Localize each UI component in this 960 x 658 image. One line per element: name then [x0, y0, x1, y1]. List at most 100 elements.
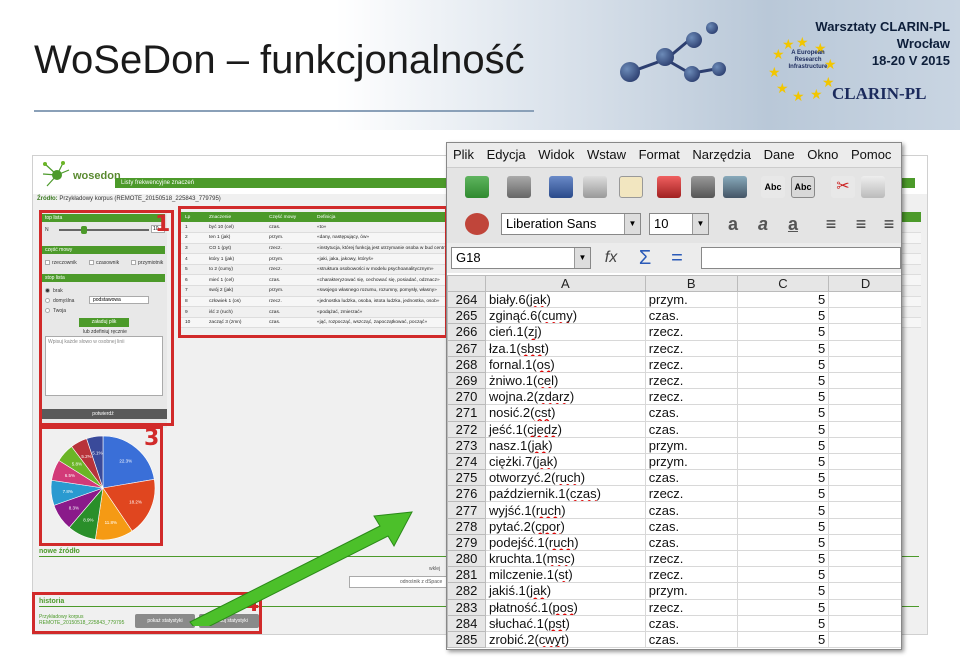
cell-d[interactable] — [828, 371, 901, 390]
cell-c[interactable]: 5 — [736, 533, 830, 552]
row-number[interactable]: 276 — [447, 485, 486, 503]
cell-d[interactable] — [828, 598, 901, 616]
cell-b[interactable]: czas. — [644, 307, 738, 325]
cell-c[interactable]: 5 — [736, 614, 830, 632]
cell-b[interactable]: czas. — [644, 469, 738, 487]
align-right-icon[interactable]: ≡ — [877, 213, 901, 235]
menu-window[interactable]: Okno — [807, 147, 838, 162]
edit-mode-icon[interactable] — [619, 176, 643, 198]
export-pdf-icon[interactable] — [657, 176, 681, 198]
print-icon[interactable] — [691, 176, 715, 198]
row-number[interactable]: 282 — [447, 582, 486, 600]
row-number[interactable]: 281 — [447, 566, 486, 584]
cell-b[interactable]: przym. — [644, 452, 738, 471]
cell-d[interactable] — [828, 566, 901, 584]
cell-c[interactable]: 5 — [736, 355, 830, 373]
cell-a[interactable]: otworzyć.2(ruch) — [484, 469, 646, 487]
cell-c[interactable]: 5 — [736, 436, 830, 454]
cell-d[interactable] — [828, 307, 901, 325]
cell-c[interactable]: 5 — [736, 388, 830, 406]
cell-d[interactable] — [828, 388, 901, 406]
autospell-icon[interactable]: Abc — [791, 176, 815, 198]
chevron-down-icon[interactable]: ▼ — [624, 214, 640, 234]
cell-b[interactable]: przym. — [644, 290, 738, 309]
name-box[interactable]: G18 ▼ — [451, 247, 591, 269]
cell-a[interactable]: żniwo.1(cel) — [484, 371, 646, 390]
menu-view[interactable]: Widok — [538, 147, 574, 162]
new-document-icon[interactable] — [465, 176, 489, 198]
cell-d[interactable] — [828, 355, 901, 373]
cell-a[interactable]: nasz.1(jak) — [484, 436, 646, 454]
cell-b[interactable]: przym. — [644, 582, 738, 600]
cell-d[interactable] — [828, 420, 901, 438]
cell-d[interactable] — [828, 339, 901, 357]
cell-d[interactable] — [828, 469, 901, 487]
cell-b[interactable]: rzecz. — [644, 485, 738, 503]
save-icon[interactable] — [549, 176, 573, 198]
align-center-icon[interactable]: ≡ — [849, 213, 873, 235]
cell-d[interactable] — [828, 630, 901, 649]
cell-c[interactable]: 5 — [736, 307, 830, 325]
cell-d[interactable] — [828, 549, 901, 568]
cell-a[interactable]: fornal.1(os) — [484, 355, 646, 373]
copy-icon[interactable] — [861, 176, 885, 198]
cell-b[interactable]: czas. — [644, 630, 738, 649]
open-folder-icon[interactable] — [507, 176, 531, 198]
cell-a[interactable]: zrobić.2(cwyt) — [484, 630, 646, 649]
cell-c[interactable]: 5 — [736, 452, 830, 471]
row-number[interactable]: 264 — [447, 290, 486, 309]
corner-cell[interactable] — [447, 275, 486, 292]
row-number[interactable]: 275 — [447, 469, 486, 487]
cell-c[interactable]: 5 — [736, 404, 830, 422]
cell-d[interactable] — [828, 582, 901, 600]
row-number[interactable]: 270 — [447, 388, 486, 406]
row-number[interactable]: 274 — [447, 452, 486, 471]
cell-c[interactable]: 5 — [736, 339, 830, 357]
cell-c[interactable]: 5 — [736, 549, 830, 568]
menu-file[interactable]: Plik — [453, 147, 474, 162]
column-header-b[interactable]: B — [644, 275, 738, 292]
row-number[interactable]: 265 — [447, 307, 486, 325]
italic-icon[interactable]: a — [751, 213, 775, 235]
menu-tools[interactable]: Narzędzia — [692, 147, 751, 162]
cell-c[interactable]: 5 — [736, 501, 830, 519]
menu-format[interactable]: Format — [639, 147, 680, 162]
cell-b[interactable]: rzecz. — [644, 323, 738, 341]
row-number[interactable]: 283 — [447, 598, 486, 616]
cell-d[interactable] — [828, 533, 901, 552]
cell-b[interactable]: rzecz. — [644, 371, 738, 390]
cell-b[interactable]: przym. — [644, 436, 738, 454]
styles-icon[interactable] — [465, 213, 489, 235]
cell-c[interactable]: 5 — [736, 598, 830, 616]
font-name-select[interactable]: Liberation Sans ▼ — [501, 213, 641, 235]
cell-a[interactable]: jakiś.1(jak) — [484, 582, 646, 600]
cell-a[interactable]: cień.1(zj) — [484, 323, 646, 341]
row-number[interactable]: 267 — [447, 339, 486, 357]
menu-edit[interactable]: Edycja — [487, 147, 526, 162]
function-wizard-icon[interactable]: fx — [599, 247, 623, 269]
frequency-lists-link[interactable]: Listy frekwencyjne znaczeń — [121, 178, 194, 188]
row-number[interactable]: 280 — [447, 549, 486, 568]
cell-c[interactable]: 5 — [736, 469, 830, 487]
cell-a[interactable]: pytać.2(cpor) — [484, 517, 646, 535]
cell-c[interactable]: 5 — [736, 323, 830, 341]
cell-d[interactable] — [828, 614, 901, 632]
row-number[interactable]: 277 — [447, 501, 486, 519]
cell-c[interactable]: 5 — [736, 290, 830, 309]
row-number[interactable]: 272 — [447, 420, 486, 438]
sum-icon[interactable]: Σ — [633, 247, 657, 269]
cell-b[interactable]: rzecz. — [644, 549, 738, 568]
cell-d[interactable] — [828, 290, 901, 309]
font-size-select[interactable]: 10 ▼ — [649, 213, 709, 235]
row-number[interactable]: 271 — [447, 404, 486, 422]
cell-d[interactable] — [828, 452, 901, 471]
print-preview-icon[interactable] — [723, 176, 747, 198]
cell-c[interactable]: 5 — [736, 630, 830, 649]
underline-icon[interactable]: a — [781, 213, 805, 235]
cut-icon[interactable]: ✂ — [831, 176, 855, 198]
cell-b[interactable]: czas. — [644, 614, 738, 632]
cell-c[interactable]: 5 — [736, 420, 830, 438]
menu-help[interactable]: Pomoc — [851, 147, 891, 162]
row-number[interactable]: 273 — [447, 436, 486, 454]
cell-d[interactable] — [828, 323, 901, 341]
